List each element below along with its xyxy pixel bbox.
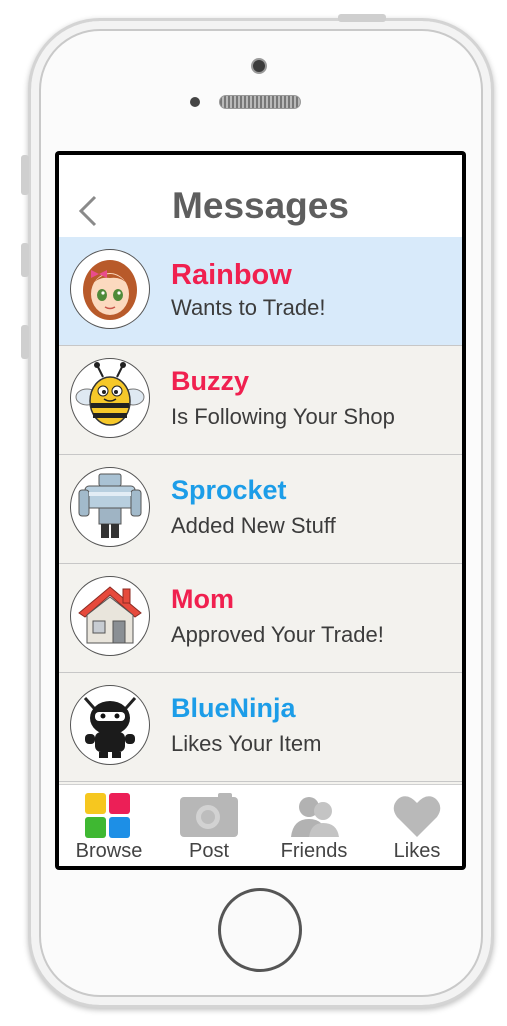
message-row-mom[interactable]: Mom Approved Your Trade! — [59, 564, 462, 673]
proximity-sensor — [190, 97, 200, 107]
message-preview: Approved Your Trade! — [171, 622, 384, 647]
tab-likes[interactable]: Likes — [367, 785, 462, 866]
nav-header: Messages — [59, 155, 462, 238]
tab-label: Friends — [280, 840, 348, 862]
page-title: Messages — [172, 185, 349, 226]
friends-icon — [289, 793, 339, 839]
heart-icon — [392, 793, 442, 839]
volume-up-button — [21, 243, 29, 277]
message-row-blueninja[interactable]: BlueNinja Likes Your Item — [59, 673, 462, 782]
message-row-buzzy[interactable]: Buzzy Is Following Your Shop — [59, 346, 462, 455]
power-button — [338, 14, 386, 22]
tab-label: Likes — [393, 840, 441, 862]
mute-switch — [21, 155, 29, 195]
tab-bar: Browse Post Friends Likes — [59, 784, 462, 866]
message-preview: Is Following Your Shop — [171, 404, 395, 429]
home-button[interactable] — [218, 888, 302, 972]
tab-label: Browse — [75, 840, 143, 862]
camera-icon — [180, 793, 238, 839]
front-camera — [251, 58, 267, 74]
volume-down-button — [21, 325, 29, 359]
tab-post[interactable]: Post — [159, 785, 259, 866]
color-grid-icon — [84, 793, 134, 839]
message-preview: Likes Your Item — [171, 731, 322, 756]
sender-name: BlueNinja — [171, 693, 296, 723]
house-avatar-icon — [70, 576, 150, 656]
tab-label: Post — [188, 840, 230, 862]
tab-browse[interactable]: Browse — [59, 785, 159, 866]
message-row-rainbow[interactable]: Rainbow Wants to Trade! — [59, 237, 462, 346]
screen: Messages Rainbow Wants to Trade! Buzzy I… — [55, 151, 466, 870]
app-screen: Messages Rainbow Wants to Trade! Buzzy I… — [59, 155, 462, 866]
robot-avatar-icon — [70, 467, 150, 547]
sender-name: Mom — [171, 584, 234, 614]
bee-avatar-icon — [70, 358, 150, 438]
message-preview: Added New Stuff — [171, 513, 336, 538]
earpiece-speaker — [219, 95, 301, 109]
sender-name: Rainbow — [171, 259, 292, 291]
sender-name: Buzzy — [171, 366, 250, 396]
girl-avatar-icon — [70, 249, 150, 329]
sender-name: Sprocket — [171, 475, 287, 505]
ninja-avatar-icon — [70, 685, 150, 765]
message-row-sprocket[interactable]: Sprocket Added New Stuff — [59, 455, 462, 564]
message-preview: Wants to Trade! — [171, 295, 326, 320]
tab-friends[interactable]: Friends — [264, 785, 364, 866]
message-list: Rainbow Wants to Trade! Buzzy Is Followi… — [59, 237, 462, 782]
